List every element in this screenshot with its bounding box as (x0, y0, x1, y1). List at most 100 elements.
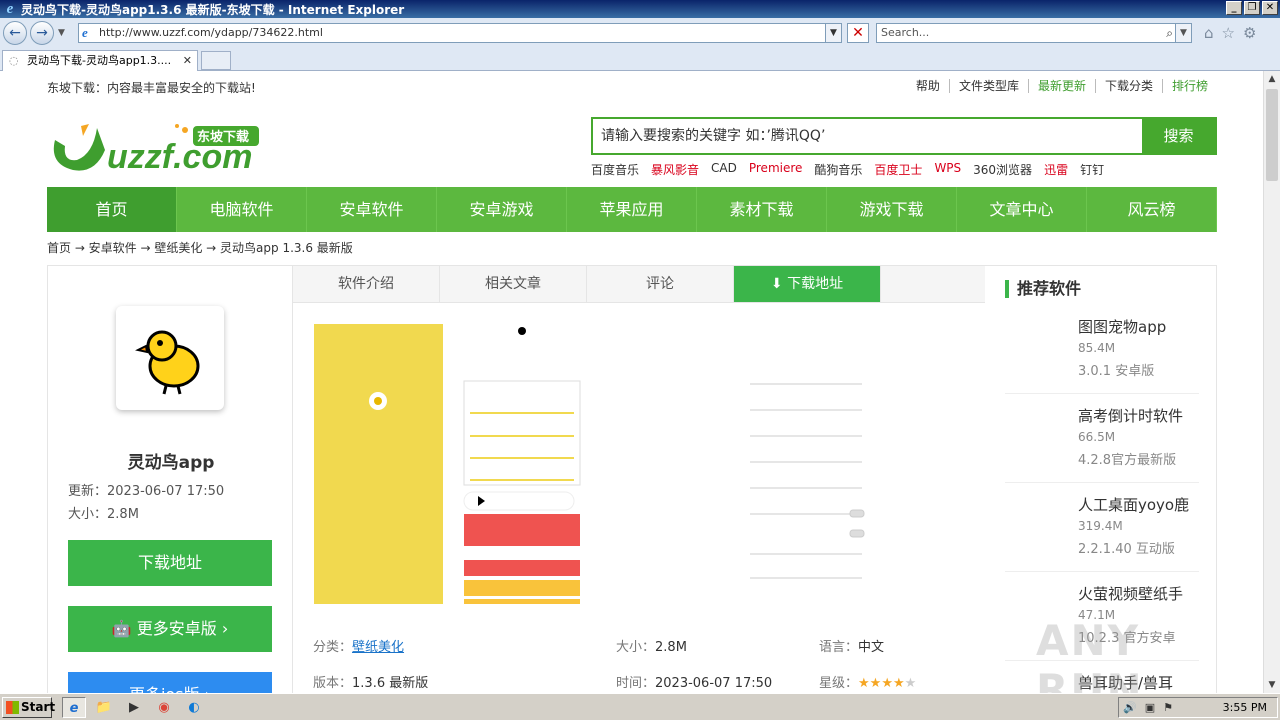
new-tab-button[interactable] (201, 51, 231, 70)
windows-flag-icon (6, 701, 19, 714)
recommended-item[interactable]: 人工桌面yoyo鹿 319.4M 2.2.1.40 互动版 (1005, 484, 1199, 572)
top-link-ranking[interactable]: 排行榜 (1161, 79, 1217, 93)
top-link-filetypes[interactable]: 文件类型库 (948, 79, 1028, 93)
breadcrumb[interactable]: 首页 → 安卓软件 → 壁纸美化 → 灵动鸟app 1.3.6 最新版 (47, 239, 353, 256)
start-label: Start (21, 700, 56, 714)
info-size-value: 2.8M (655, 640, 687, 655)
hot-keyword[interactable]: 钉钉 (1080, 161, 1104, 178)
screenshot-3[interactable] (750, 383, 865, 579)
nav-articles[interactable]: 文章中心 (957, 187, 1087, 232)
main-nav: 首页 电脑软件 安卓软件 安卓游戏 苹果应用 素材下载 游戏下载 文章中心 风云… (47, 187, 1217, 232)
screenshot-2[interactable] (463, 327, 581, 604)
android-icon: 🤖 (111, 619, 137, 638)
tab-intro[interactable]: 软件介绍 (293, 266, 440, 302)
top-link-categories[interactable]: 下载分类 (1094, 79, 1162, 93)
hot-keyword[interactable]: 酷狗音乐 (814, 161, 862, 178)
hot-keyword[interactable]: 迅雷 (1044, 161, 1068, 178)
explorer-folder-icon[interactable]: 📁 (92, 697, 116, 718)
forward-button[interactable]: → (30, 21, 54, 45)
top-link-help[interactable]: 帮助 (907, 79, 949, 93)
hot-keyword[interactable]: 百度音乐 (591, 161, 639, 178)
nav-pc-software[interactable]: 电脑软件 (177, 187, 307, 232)
recommended-item[interactable]: 图图宠物app 85.4M 3.0.1 安卓版 (1005, 306, 1199, 394)
detail-tabs: 软件介绍 相关文章 评论 ⬇ 下载地址 (293, 266, 985, 303)
scroll-thumb[interactable] (1266, 89, 1278, 181)
hot-keyword[interactable]: WPS (934, 161, 961, 178)
history-dropdown-icon[interactable]: ▼ (58, 28, 65, 38)
search-icon[interactable]: ⌕ (1166, 24, 1173, 42)
app-detail-panel: 软件介绍 相关文章 评论 ⬇ 下载地址 分类：壁纸美化 大小：2.8M 语言：中… (293, 265, 985, 693)
info-rating: 星级：★★★★★ (819, 672, 916, 691)
info-category-link[interactable]: 壁纸美化 (352, 640, 404, 655)
hot-keyword[interactable]: Premiere (749, 161, 803, 178)
quick-launch: e 📁 ▶ ◉ ◐ (62, 697, 206, 718)
app-screenshots[interactable] (314, 324, 874, 604)
media-player-icon[interactable]: ▶ (122, 697, 146, 718)
nav-android-games[interactable]: 安卓游戏 (437, 187, 567, 232)
home-icon[interactable]: ⌂ (1204, 24, 1214, 42)
top-link-latest[interactable]: 最新更新 (1027, 79, 1095, 93)
nav-rankings[interactable]: 风云榜 (1087, 187, 1217, 232)
back-button[interactable]: ← (3, 21, 27, 45)
site-search-input[interactable]: 请输入要搜索的关键字 如：’腾讯QQ’ (593, 119, 1142, 153)
chrome-icon[interactable]: ◉ (152, 697, 176, 718)
address-dropdown-icon[interactable]: ▼ (825, 24, 841, 42)
app-name: 灵动鸟app (127, 453, 215, 473)
close-tab-icon[interactable]: ✕ (183, 51, 192, 70)
hot-keyword[interactable]: 暴风影音 (651, 161, 699, 178)
recommended-version: 2.2.1.40 互动版 (1078, 542, 1175, 557)
hot-keyword[interactable]: 360浏览器 (973, 161, 1032, 178)
address-bar[interactable]: e http://www.uzzf.com/ydapp/734622.html … (78, 23, 842, 43)
app-updated: 更新：2023-06-07 17:50 (68, 480, 224, 499)
page-scrollbar[interactable]: ▲ ▼ (1263, 71, 1280, 693)
settings-gear-icon[interactable]: ⚙ (1243, 24, 1256, 42)
hot-keyword[interactable]: 百度卫士 (874, 161, 922, 178)
close-window-button[interactable]: ✕ (1262, 1, 1278, 15)
recommended-app-icon (1009, 318, 1063, 372)
scroll-up-icon[interactable]: ▲ (1264, 71, 1280, 87)
more-android-button[interactable]: 🤖 更多安卓版 › (68, 606, 272, 652)
recommended-title: 推荐软件 (1005, 280, 1081, 298)
nav-materials[interactable]: 素材下载 (697, 187, 827, 232)
app-icon (116, 306, 224, 410)
tab-download[interactable]: ⬇ 下载地址 (734, 266, 881, 302)
loading-icon: ◌ (9, 54, 19, 67)
nav-home[interactable]: 首页 (47, 187, 177, 232)
tab-related-articles[interactable]: 相关文章 (440, 266, 587, 302)
site-search-button[interactable]: 搜索 (1142, 119, 1215, 153)
recommended-item[interactable]: 高考倒计时软件 66.5M 4.2.8官方最新版 (1005, 395, 1199, 483)
start-button[interactable]: Start (2, 697, 56, 718)
minimize-button[interactable]: _ (1226, 1, 1242, 15)
duck-icon (135, 330, 200, 395)
tab-comments[interactable]: 评论 (587, 266, 734, 302)
recommended-name[interactable]: 高考倒计时软件 (1078, 405, 1183, 426)
more-ios-button[interactable]: 更多ios版 › (68, 672, 272, 693)
maximize-button[interactable]: ❐ (1244, 1, 1260, 15)
browser-tab[interactable]: ◌ 灵动鸟下载-灵动鸟app1.3.... ✕ (2, 50, 198, 71)
edge-icon[interactable]: ◐ (182, 697, 206, 718)
search-dropdown-icon[interactable]: ▼ (1175, 24, 1191, 42)
info-language: 语言：中文 (819, 636, 884, 655)
scroll-down-icon[interactable]: ▼ (1264, 677, 1280, 693)
recommended-name[interactable]: 火萤视频壁纸手 (1078, 583, 1183, 604)
screenshot-1[interactable] (314, 324, 443, 604)
site-slogan: 东坡下载：内容最丰富最安全的下载站! (47, 81, 256, 95)
tab-strip: ◌ 灵动鸟下载-灵动鸟app1.3.... ✕ (0, 48, 1280, 71)
info-language-value: 中文 (858, 640, 885, 655)
browser-search-placeholder: Search... (881, 26, 930, 39)
ie-taskbar-icon[interactable]: e (62, 697, 86, 718)
tray-icons[interactable]: 🔊▣⚑ (1123, 698, 1181, 717)
hot-keyword[interactable]: CAD (711, 161, 737, 178)
recommended-size: 319.4M (1078, 519, 1123, 533)
stop-button[interactable]: ✕ (847, 23, 869, 43)
browser-search-input[interactable]: Search... ⌕ ▼ (876, 23, 1192, 43)
window-titlebar: e 灵动鸟下载-灵动鸟app1.3.6 最新版-东坡下载 - Internet … (0, 0, 1280, 18)
recommended-name[interactable]: 人工桌面yoyo鹿 (1078, 494, 1189, 515)
favorites-star-icon[interactable]: ☆ (1222, 24, 1235, 42)
recommended-name[interactable]: 图图宠物app (1078, 316, 1166, 337)
site-logo[interactable]: uzzf.com 东坡下载 (47, 120, 262, 178)
nav-apple-apps[interactable]: 苹果应用 (567, 187, 697, 232)
download-button[interactable]: 下载地址 (68, 540, 272, 586)
nav-game-downloads[interactable]: 游戏下载 (827, 187, 957, 232)
nav-android-software[interactable]: 安卓软件 (307, 187, 437, 232)
